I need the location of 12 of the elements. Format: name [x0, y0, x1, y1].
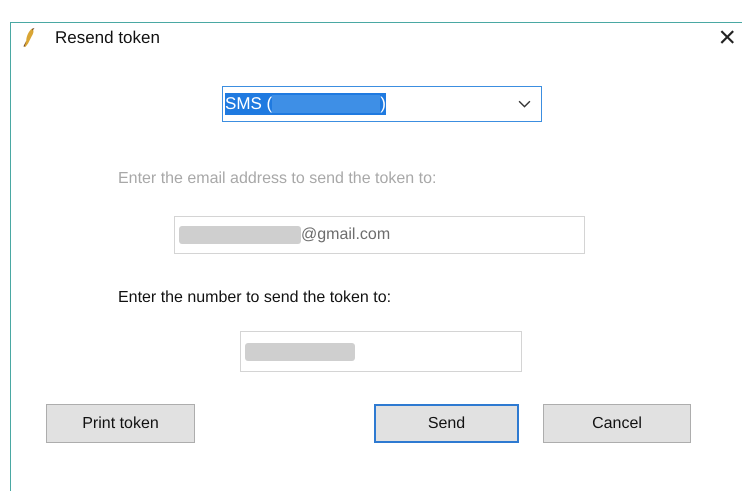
number-label: Enter the number to send the token to:: [118, 289, 392, 307]
dialog-button[interactable]: Cancel: [543, 404, 691, 443]
dialog-button[interactable]: Print token: [46, 404, 195, 443]
method-dropdown[interactable]: SMS ( ): [222, 86, 542, 122]
chevron-down-icon: [518, 100, 531, 108]
dropdown-value: SMS ( ): [225, 93, 386, 115]
email-value: @gmail.com: [301, 226, 390, 244]
close-button[interactable]: ×: [718, 23, 736, 53]
email-label: Enter the email address to send the token to:: [118, 170, 438, 188]
number-field[interactable]: [240, 331, 522, 372]
window-title: Resend token: [55, 28, 160, 48]
dialog-button[interactable]: Send: [374, 404, 519, 443]
